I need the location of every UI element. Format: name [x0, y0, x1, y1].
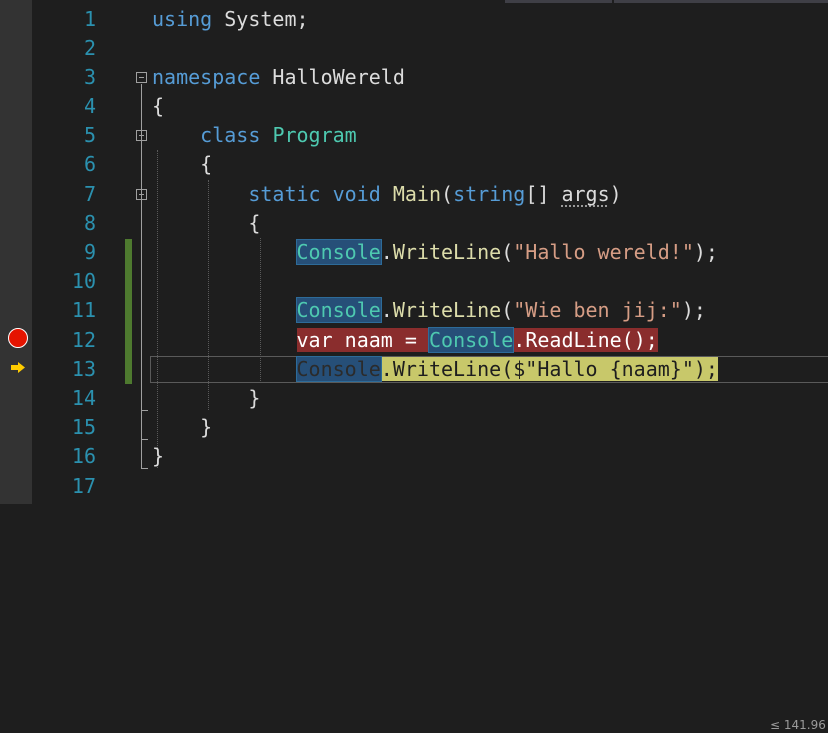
line-number: 2 — [83, 36, 96, 60]
code-editor[interactable]: 1 using System; 2 3 namespace HalloWerel… — [0, 0, 828, 732]
code-text[interactable]: namespace HalloWereld — [152, 63, 405, 92]
code-text[interactable]: { — [152, 209, 260, 238]
code-line: 8 { — [0, 209, 828, 238]
current-statement-highlight: Console.WriteLine($"Hallo {naam}"); — [295, 356, 718, 382]
line-number: 12 — [71, 328, 96, 352]
code-text[interactable]: var naam = Console.ReadLine(); — [152, 326, 658, 355]
code-line: 9 Console.WriteLine("Hallo wereld!"); — [0, 238, 828, 267]
code-text[interactable]: { — [152, 92, 164, 121]
code-line: 10 — [0, 267, 828, 296]
line-number: 6 — [83, 152, 96, 176]
code-line: 1 using System; — [0, 5, 828, 34]
current-statement-line: 13 Console.WriteLine($"Hallo {naam}"); ≤… — [0, 355, 828, 732]
code-line: 7 static void Main(string[] args) — [0, 180, 828, 209]
line-number: 3 — [83, 65, 96, 89]
code-text[interactable]: } — [152, 442, 164, 471]
code-line: 11 Console.WriteLine("Wie ben jij:"); — [0, 296, 828, 325]
line-number: 17 — [71, 474, 96, 498]
line-number: 13 — [71, 357, 96, 381]
line-number: 4 — [83, 94, 96, 118]
code-line: 3 namespace HalloWereld — [0, 63, 828, 92]
line-number: 15 — [71, 415, 96, 439]
unused-parameter: args — [561, 182, 610, 206]
line-number: 11 — [71, 298, 96, 322]
line-number: 9 — [83, 240, 96, 264]
code-line: 15 } — [0, 413, 828, 442]
line-number: 14 — [71, 386, 96, 410]
code-line: 5 class Program — [0, 121, 828, 150]
code-text[interactable]: using System; — [152, 5, 309, 34]
line-number: 1 — [83, 7, 96, 31]
code-line: 2 — [0, 34, 828, 63]
perf-tip[interactable]: ≤ 141.96 — [770, 717, 826, 733]
line-number: 7 — [83, 182, 96, 206]
line-number: 10 — [71, 269, 96, 293]
breakpoint-line: 12 var naam = Console.ReadLine(); — [0, 326, 828, 355]
line-number: 8 — [83, 211, 96, 235]
reference-highlight: Console — [295, 297, 382, 323]
code-text[interactable]: Console.WriteLine("Hallo wereld!"); — [152, 238, 718, 267]
reference-highlight: Console — [295, 239, 382, 265]
code-line: 16 } — [0, 442, 828, 471]
code-text[interactable]: Console.WriteLine("Wie ben jij:"); — [152, 296, 706, 325]
code-line: 4 { — [0, 92, 828, 121]
code-line: 17 — [0, 472, 828, 501]
code-line: 6 { — [0, 150, 828, 179]
scrollbar-track — [505, 0, 612, 3]
breakpoint-highlight: var naam = Console.ReadLine(); — [296, 327, 658, 353]
code-text[interactable]: { — [152, 150, 212, 179]
code-text[interactable]: Console.WriteLine($"Hallo {naam}"); — [152, 355, 718, 384]
code-text[interactable]: } — [152, 413, 212, 442]
code-text[interactable]: static void Main(string[] args) — [152, 180, 621, 209]
code-text[interactable]: } — [152, 384, 260, 413]
line-number: 5 — [83, 123, 96, 147]
code-text[interactable]: class Program — [152, 121, 357, 150]
code-line: 14 } — [0, 384, 828, 413]
line-number: 16 — [71, 444, 96, 468]
reference-highlight: Console — [427, 327, 515, 353]
scrollbar-track — [614, 0, 828, 3]
reference-highlight: Console — [295, 356, 382, 382]
